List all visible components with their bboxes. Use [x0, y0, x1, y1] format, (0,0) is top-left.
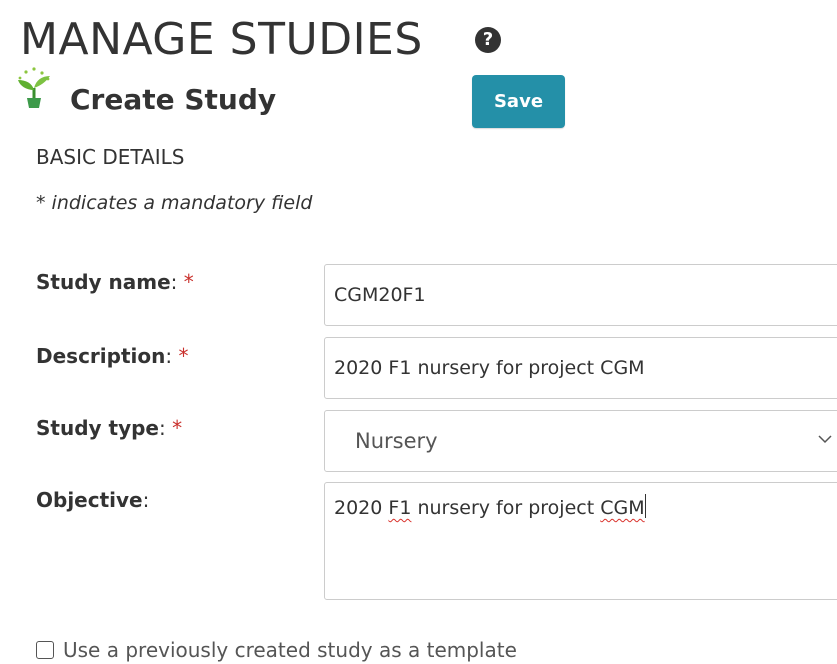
required-marker: *: [183, 270, 194, 294]
template-checkbox[interactable]: [36, 641, 54, 659]
text-caret: [644, 494, 646, 518]
study-type-label: Study type: *: [36, 416, 183, 440]
question-circle-icon[interactable]: ?: [475, 27, 501, 53]
spellcheck-flagged-word: CGM: [600, 497, 645, 519]
chevron-down-icon[interactable]: [817, 431, 833, 447]
study-type-label-text: Study type: [36, 416, 159, 440]
mandatory-field-note: * indicates a mandatory field: [36, 192, 313, 214]
study-name-label: Study name: *: [36, 270, 194, 294]
description-input[interactable]: [325, 338, 814, 398]
sprout-icon: [18, 67, 50, 108]
required-marker: *: [172, 416, 183, 440]
study-name-label-text: Study name: [36, 270, 171, 294]
required-marker: *: [178, 344, 189, 368]
study-name-field[interactable]: [324, 264, 837, 326]
objective-label: Objective:: [36, 488, 150, 512]
objective-label-text: Objective: [36, 488, 143, 512]
spellcheck-flagged-word: F1: [388, 497, 412, 519]
basic-details-heading: BASIC DETAILS: [36, 145, 185, 169]
objective-text[interactable]: 2020 F1 nursery for project CGM: [334, 494, 646, 522]
objective-textarea[interactable]: 2020 F1 nursery for project CGM: [324, 482, 837, 600]
create-study-title: Create Study: [70, 83, 277, 116]
description-label: Description: *: [36, 344, 189, 368]
page-title: MANAGE STUDIES: [20, 14, 423, 65]
study-name-input[interactable]: [325, 265, 814, 325]
template-checkbox-label[interactable]: Use a previously created study as a temp…: [63, 636, 517, 664]
save-button[interactable]: Save: [472, 75, 565, 128]
study-type-value: Nursery: [355, 429, 438, 453]
study-type-select[interactable]: Nursery: [324, 410, 837, 472]
description-field[interactable]: [324, 337, 837, 399]
description-label-text: Description: [36, 344, 166, 368]
